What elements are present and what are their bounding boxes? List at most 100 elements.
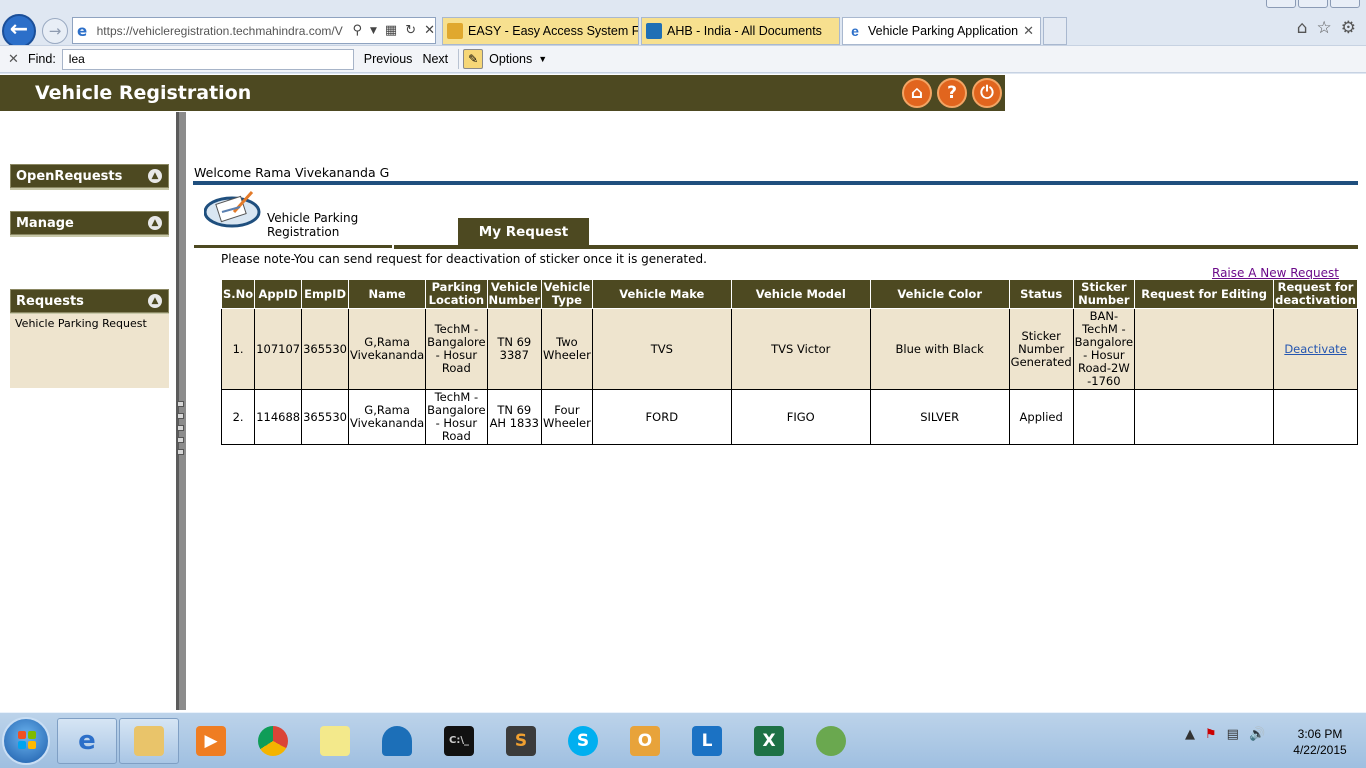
close-window-button[interactable] <box>1330 0 1360 8</box>
splitter-grip[interactable] <box>177 425 184 431</box>
ie-page-icon: e <box>77 21 88 40</box>
network-status-icon[interactable]: ▤ <box>1227 727 1239 742</box>
column-header: Vehicle Make <box>591 279 732 309</box>
sharepoint-icon <box>646 23 662 39</box>
chevron-down-icon[interactable]: ▼ <box>538 54 547 64</box>
cell-appid: 107107 <box>254 308 303 390</box>
cell-vehicle-make: FORD <box>591 389 732 445</box>
taskbar-outlook[interactable]: O <box>615 718 675 764</box>
back-button[interactable]: ← <box>2 14 36 48</box>
collapse-icon[interactable]: ▲ <box>148 294 162 308</box>
column-header: Vehicle Color <box>869 279 1010 309</box>
taskbar-excel[interactable]: X <box>739 718 799 764</box>
cell-location: TechM - Bangalore - Hosur Road <box>425 308 488 390</box>
app-header: Vehicle Registration ⌂ ? ⏻ <box>0 75 1005 111</box>
maximize-button[interactable] <box>1298 0 1328 8</box>
stop-icon[interactable]: ✕ <box>424 23 435 38</box>
sidebar-section-openrequests[interactable]: OpenRequests ▲ <box>10 164 169 188</box>
media-player-icon: ▶ <box>196 726 226 756</box>
taskbar-media-player[interactable]: ▶ <box>181 718 241 764</box>
cell-status: Sticker Number Generated <box>1008 308 1074 390</box>
find-next-button[interactable]: Next <box>422 52 448 66</box>
flag-icon[interactable]: ⚑ <box>1205 727 1217 742</box>
deactivation-note: Please note-You can send request for dea… <box>221 252 707 266</box>
column-header: S.No <box>220 279 256 309</box>
find-input[interactable]: lea <box>61 48 354 70</box>
new-tab-button[interactable] <box>1043 17 1067 45</box>
taskbar-ie[interactable]: e <box>57 718 117 764</box>
raise-new-request-link[interactable]: Raise A New Request <box>1212 266 1339 280</box>
gear-icon[interactable]: ⚙ <box>1341 18 1356 38</box>
volume-icon[interactable]: 🔊 <box>1249 727 1265 742</box>
tab-vehicle-parking[interactable]: e Vehicle Parking Application ✕ <box>842 17 1041 45</box>
taskbar-cmd[interactable]: C:\_ <box>429 718 489 764</box>
sticky-notes-icon <box>320 726 350 756</box>
find-label: Find: <box>28 52 56 66</box>
home-button[interactable]: ⌂ <box>902 78 932 108</box>
taskbar-sticky-notes[interactable] <box>305 718 365 764</box>
taskbar-chrome[interactable] <box>243 718 303 764</box>
find-options-button[interactable]: Options <box>489 52 532 66</box>
collapse-icon[interactable]: ▲ <box>148 169 162 183</box>
taskbar-sublime[interactable]: S <box>491 718 551 764</box>
sidebar-section-manage[interactable]: Manage ▲ <box>10 211 169 235</box>
column-header: Parking Location <box>425 279 488 309</box>
taskbar-explorer[interactable] <box>119 718 179 764</box>
taskbar-network[interactable] <box>801 718 861 764</box>
command-prompt-icon: C:\_ <box>444 726 474 756</box>
find-previous-button[interactable]: Previous <box>364 52 413 66</box>
close-tab-icon[interactable]: ✕ <box>1023 23 1034 39</box>
taskbar-lync[interactable]: L <box>677 718 737 764</box>
lync-icon: L <box>692 726 722 756</box>
column-header: Name <box>347 279 427 309</box>
collapse-icon[interactable]: ▲ <box>148 216 162 230</box>
wireshark-icon <box>382 726 412 756</box>
taskbar-wireshark[interactable] <box>367 718 427 764</box>
help-button[interactable]: ? <box>937 78 967 108</box>
close-find-icon[interactable]: ✕ <box>8 51 22 67</box>
tab-my-request[interactable]: My Request <box>458 218 589 246</box>
clock[interactable]: 3:06 PM 4/22/2015 <box>1280 726 1360 758</box>
taskbar-skype[interactable]: S <box>553 718 613 764</box>
column-header: AppID <box>254 279 303 309</box>
minimize-button[interactable] <box>1266 0 1296 8</box>
cell-deactivation: Deactivate <box>1273 308 1358 390</box>
cell-sticker-number <box>1072 389 1136 445</box>
internet-explorer-icon: e <box>78 726 96 756</box>
skype-icon: S <box>568 726 598 756</box>
dropdown-icon[interactable]: ▼ <box>370 26 377 36</box>
sidebar-item-vehicle-parking-request[interactable]: Vehicle Parking Request <box>15 317 147 330</box>
cell-empid: 365530 <box>301 308 349 390</box>
start-button[interactable] <box>2 717 50 765</box>
tab-ahb[interactable]: AHB - India - All Documents <box>641 17 840 45</box>
home-icon[interactable]: ⌂ <box>1297 18 1308 38</box>
splitter-grip[interactable] <box>177 413 184 419</box>
splitter-grip[interactable] <box>177 449 184 455</box>
favorites-icon[interactable]: ☆ <box>1317 18 1332 38</box>
deactivate-link[interactable]: Deactivate <box>1284 342 1346 356</box>
address-bar[interactable]: e https://vehicleregistration.techmahind… <box>72 17 436 44</box>
forward-button[interactable]: → <box>42 18 68 44</box>
compat-view-icon[interactable]: ▦ <box>385 23 397 38</box>
sublime-text-icon: S <box>506 726 536 756</box>
search-icon[interactable]: ⚲ <box>352 23 362 38</box>
splitter[interactable] <box>176 112 186 710</box>
cell-status: Applied <box>1008 389 1074 445</box>
cell-vehicle-model: TVS Victor <box>730 308 871 390</box>
highlight-icon[interactable]: ✎ <box>463 49 484 69</box>
table-header-row: S.No AppID EmpID Name Parking Location V… <box>220 279 1358 309</box>
chevron-up-icon[interactable]: ▲ <box>1185 727 1195 742</box>
column-header: Vehicle Model <box>730 279 871 309</box>
splitter-grip[interactable] <box>177 437 184 443</box>
sidebar-section-requests[interactable]: Requests ▲ <box>10 289 169 313</box>
splitter-grip[interactable] <box>177 401 184 407</box>
column-header: Sticker Number <box>1072 279 1136 309</box>
requests-panel: Vehicle Parking Request <box>10 314 169 388</box>
cell-location: TechM - Bangalore - Hosur Road <box>425 389 488 445</box>
tab-easy[interactable]: EASY - Easy Access System For... <box>442 17 639 45</box>
power-button[interactable]: ⏻ <box>972 78 1002 108</box>
window-controls <box>1266 0 1360 8</box>
column-header: Status <box>1008 279 1074 309</box>
refresh-icon[interactable]: ↻ <box>405 23 416 38</box>
browser-toolbar-icons: ⌂ ☆ ⚙ <box>1297 18 1356 38</box>
